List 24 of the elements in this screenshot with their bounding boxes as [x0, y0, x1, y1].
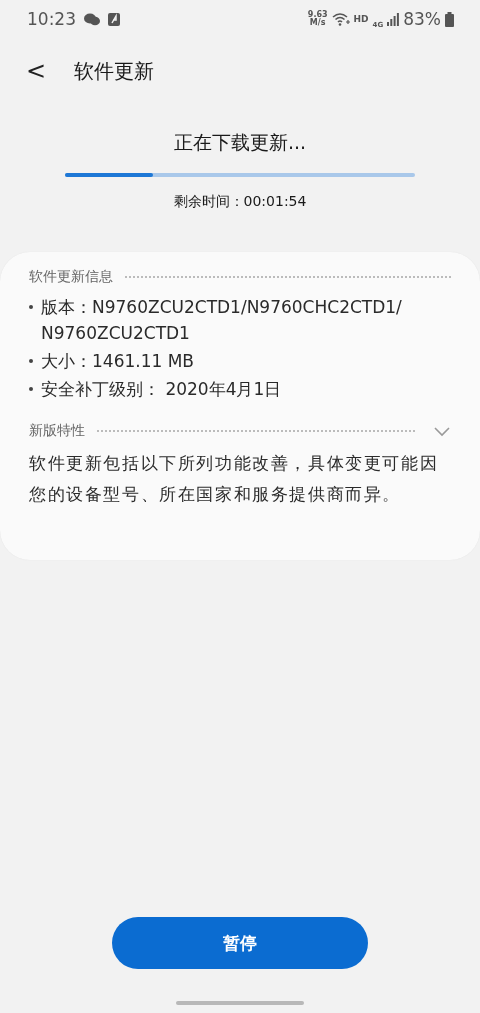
download-status: 正在下载更新...: [173, 130, 307, 155]
info-item: 版本：N9760ZCU2CTD1/N9760CHC2CTD1/ N9760ZCU2CTD1: [41, 296, 403, 345]
bullet-icon: [29, 387, 33, 391]
page-title: 软件更新: [74, 57, 155, 85]
bullet-icon: [29, 359, 33, 363]
battery-icon: [445, 11, 454, 27]
signal-icon: [387, 12, 400, 26]
battery-percent: 83%: [403, 9, 441, 29]
info-item: 大小：1461.11 MB: [41, 350, 195, 373]
app-icon: [108, 12, 120, 26]
bullet-icon: [29, 305, 33, 309]
section-heading: 软件更新信息: [29, 268, 113, 286]
section-heading: 新版特性: [29, 422, 85, 440]
back-button[interactable]: <: [22, 57, 51, 85]
hd-indicator: HD: [353, 14, 369, 24]
remaining-time: 剩余时间：00:01:54: [173, 193, 307, 211]
features-description: 软件更新包括以下所列功能改善，具体变更可能因您的设备型号、所在国家和服务提供商而异。: [29, 452, 440, 506]
pause-button[interactable]: 暂停: [112, 917, 368, 969]
chevron-down-icon[interactable]: [433, 425, 451, 437]
status-time: 10:23: [27, 9, 76, 29]
info-item: 安全补丁级别： 2020年4月1日: [41, 378, 282, 401]
chat-icon: [84, 12, 100, 26]
wifi-icon: [331, 12, 350, 26]
network-speed: 9.63 M/s: [307, 11, 328, 27]
